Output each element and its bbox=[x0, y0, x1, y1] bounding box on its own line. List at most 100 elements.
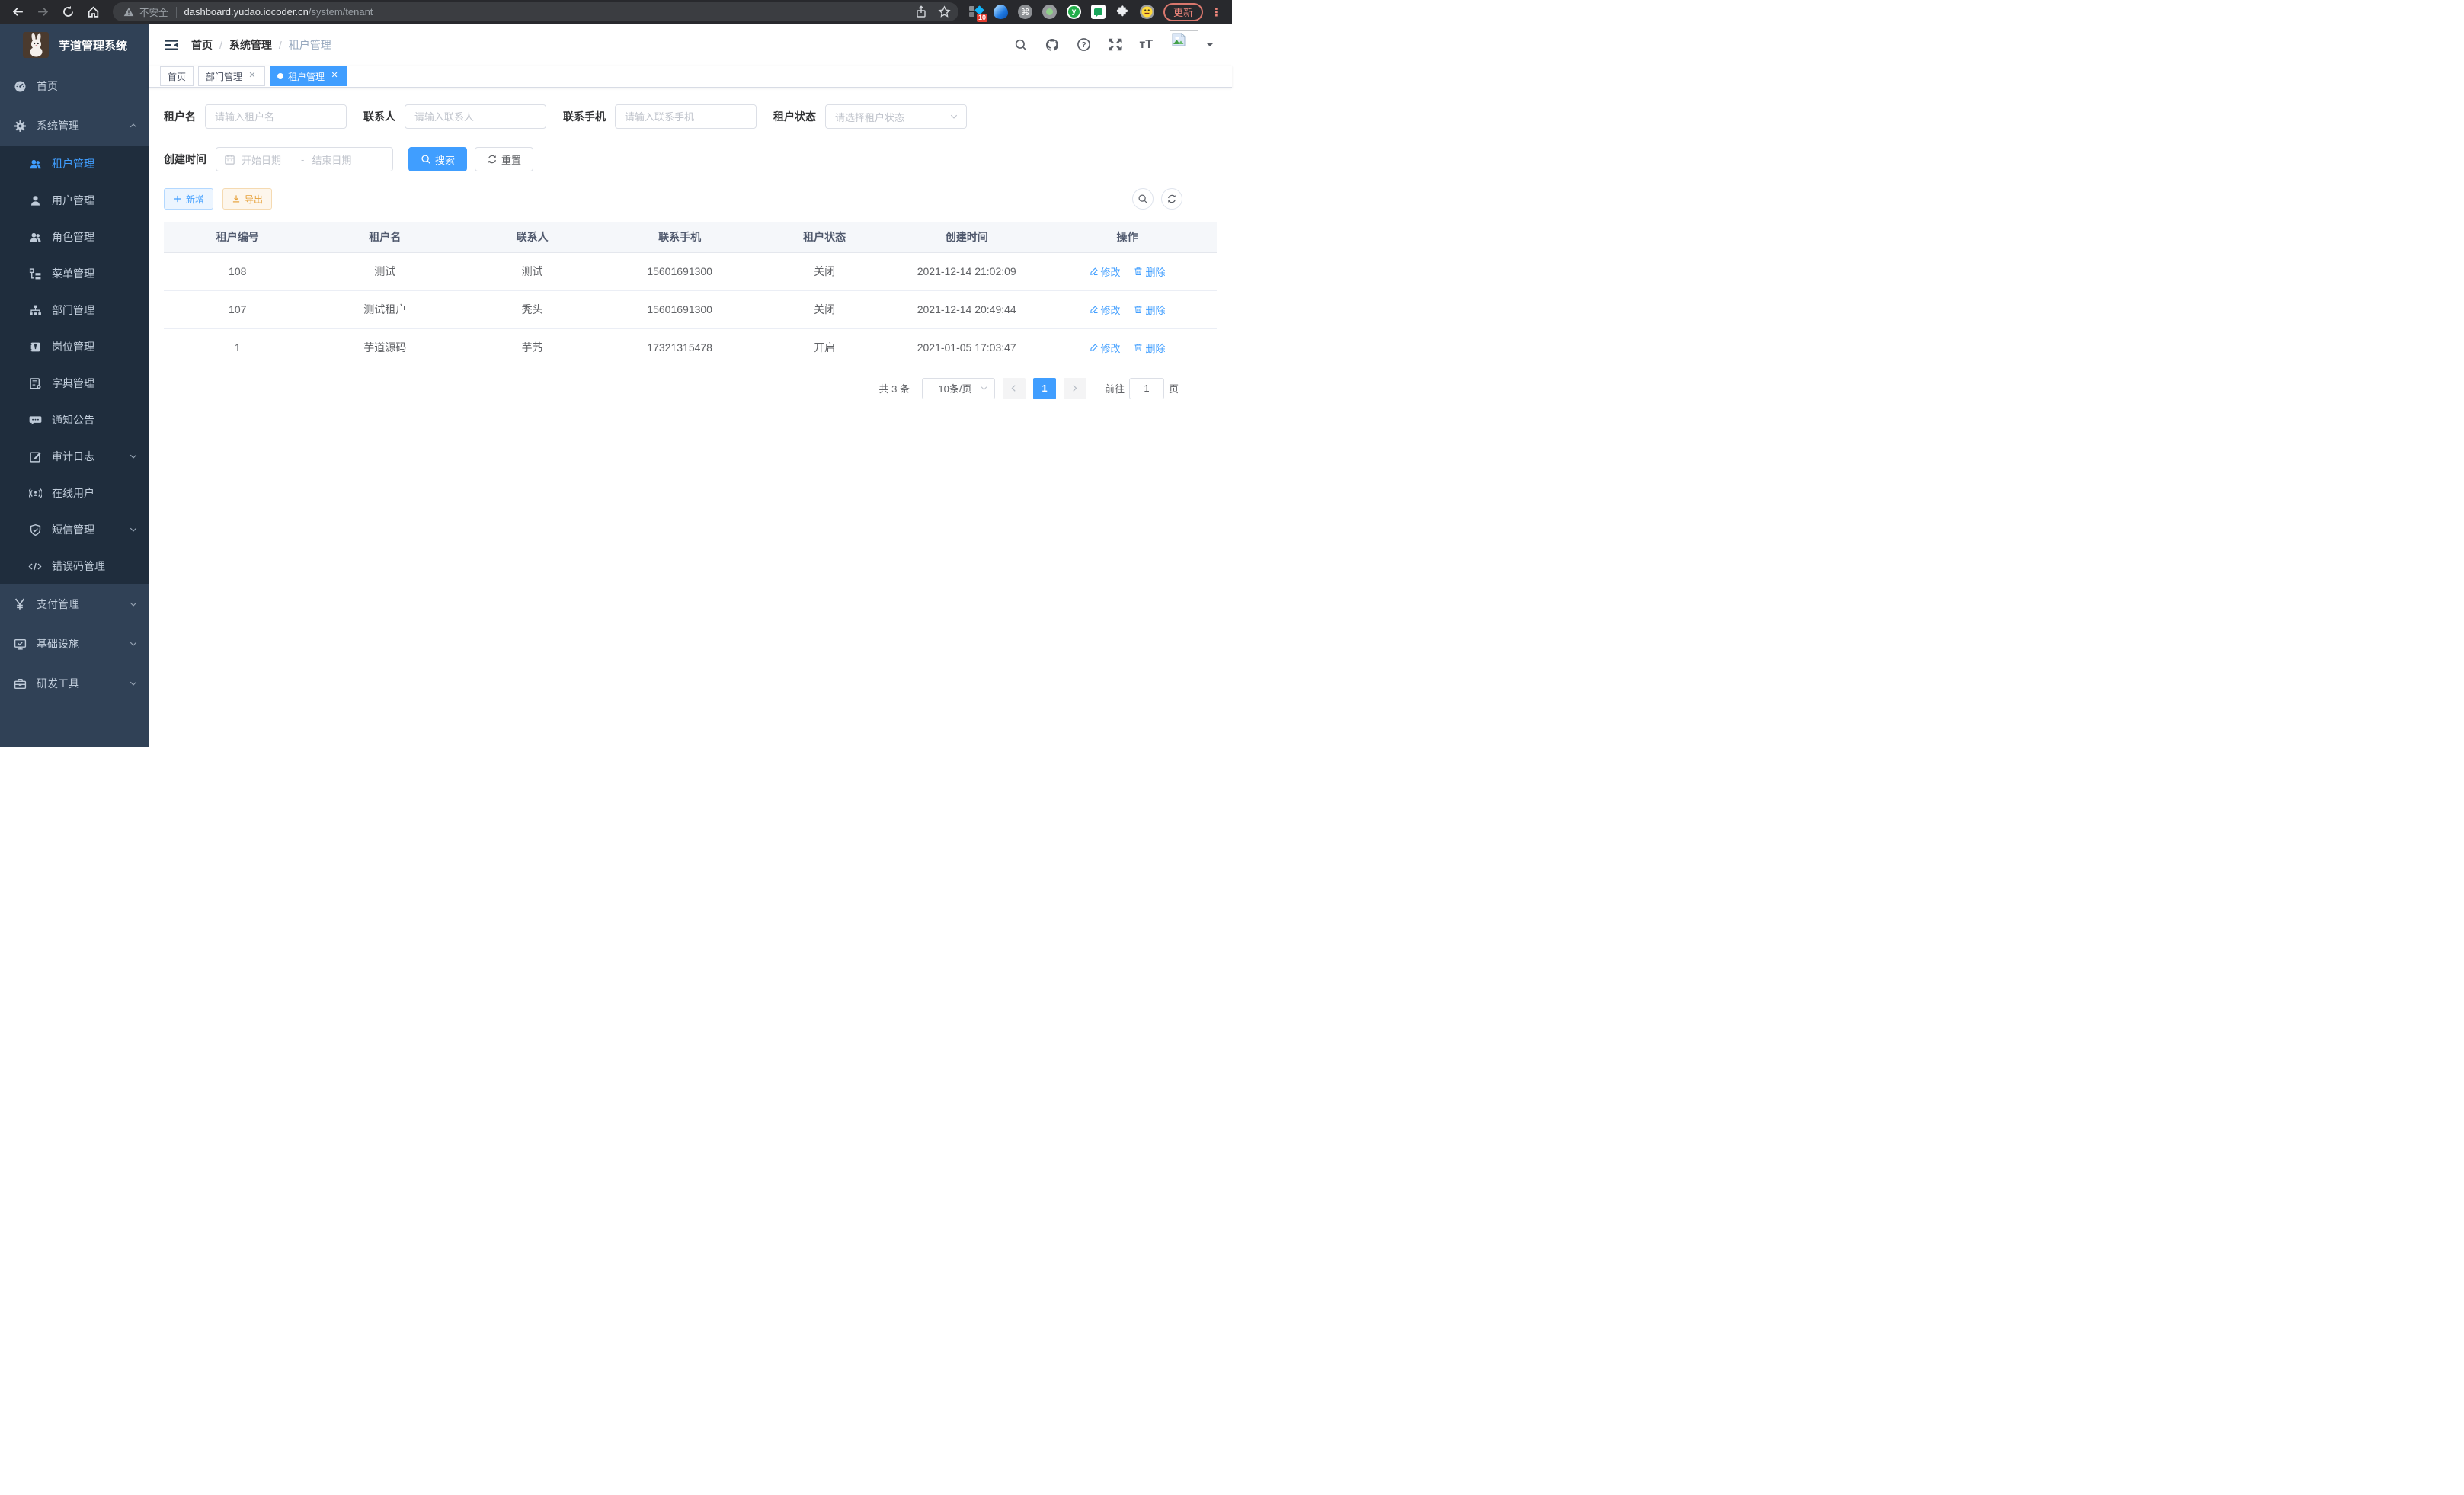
table-search-toggle-button[interactable] bbox=[1132, 188, 1154, 210]
sidebar-item-label: 在线用户 bbox=[52, 485, 138, 501]
active-dot bbox=[277, 73, 283, 79]
sidebar-item-payment[interactable]: 支付管理 bbox=[0, 584, 149, 624]
recorder-extension-icon[interactable] bbox=[1042, 5, 1057, 19]
gem-extension-icon[interactable] bbox=[994, 5, 1008, 19]
sidebar-item-dept[interactable]: 部门管理 bbox=[0, 292, 149, 328]
export-button[interactable]: 导出 bbox=[222, 188, 272, 210]
sidebar-item-notice[interactable]: 通知公告 bbox=[0, 402, 149, 438]
notes-extension-icon[interactable]: 10 bbox=[969, 5, 984, 19]
close-icon[interactable]: ✕ bbox=[247, 71, 258, 82]
share-icon[interactable] bbox=[915, 5, 927, 18]
search-button[interactable]: 搜索 bbox=[408, 147, 467, 171]
browser-home-button[interactable] bbox=[83, 2, 103, 22]
chat-extension-icon[interactable] bbox=[1091, 5, 1106, 19]
roles-icon bbox=[28, 230, 42, 244]
filter-row-1: 租户名 联系人 联系手机 租户状态 请选择租户状态 bbox=[164, 104, 1217, 129]
command-extension-icon[interactable]: ⌘ bbox=[1018, 5, 1032, 19]
fullscreen-icon[interactable] bbox=[1108, 37, 1122, 52]
delete-link[interactable]: 删除 bbox=[1134, 341, 1165, 355]
bookmark-star-icon[interactable] bbox=[938, 5, 951, 18]
github-icon[interactable] bbox=[1045, 37, 1060, 53]
caret-down-icon bbox=[1206, 43, 1214, 50]
table-toolbar: 新增 导出 bbox=[164, 188, 1217, 210]
tab-tenant[interactable]: 租户管理 ✕ bbox=[270, 66, 347, 86]
tab-dept[interactable]: 部门管理 ✕ bbox=[198, 66, 265, 86]
cell-tenant-id: 107 bbox=[164, 290, 311, 328]
sidebar-item-user[interactable]: 用户管理 bbox=[0, 182, 149, 219]
edit-link[interactable]: 修改 bbox=[1090, 341, 1121, 355]
sidebar-collapse-icon[interactable] bbox=[164, 37, 179, 53]
cell-tenant-name: 测试 bbox=[311, 252, 458, 290]
browser-forward-button[interactable] bbox=[33, 2, 53, 22]
sidebar-item-error-code[interactable]: 错误码管理 bbox=[0, 548, 149, 584]
sidebar-item-post[interactable]: 岗位管理 bbox=[0, 328, 149, 365]
sidebar-item-sms[interactable]: 短信管理 bbox=[0, 511, 149, 548]
tenant-name-input[interactable] bbox=[205, 104, 347, 129]
puzzle-extensions-icon[interactable] bbox=[1115, 5, 1130, 19]
status-select[interactable]: 请选择租户状态 bbox=[825, 104, 967, 129]
font-size-icon[interactable]: тT bbox=[1139, 38, 1153, 52]
cell-tenant-id: 108 bbox=[164, 252, 311, 290]
table-header-row: 租户编号 租户名 联系人 联系手机 租户状态 创建时间 操作 bbox=[164, 222, 1217, 252]
page-size-select[interactable]: 10条/页 bbox=[922, 378, 995, 399]
y-extension-icon[interactable]: y bbox=[1067, 5, 1081, 19]
sidebar-item-infrastructure[interactable]: 基础设施 bbox=[0, 624, 149, 664]
delete-link[interactable]: 删除 bbox=[1134, 303, 1165, 317]
sidebar-item-dev-tools[interactable]: 研发工具 bbox=[0, 664, 149, 703]
user-menu[interactable] bbox=[1170, 30, 1214, 59]
url-bar[interactable]: 不安全 dashboard.yudao.iocoder.cn/system/te… bbox=[113, 2, 958, 21]
create-time-range-picker[interactable]: 开始日期 - 结束日期 bbox=[216, 147, 393, 171]
tenants-icon bbox=[28, 157, 42, 171]
dashboard-icon bbox=[13, 79, 27, 93]
audit-icon bbox=[28, 450, 42, 463]
sidebar-item-menu[interactable]: 菜单管理 bbox=[0, 255, 149, 292]
table-refresh-button[interactable] bbox=[1161, 188, 1182, 210]
sidebar-item-role[interactable]: 角色管理 bbox=[0, 219, 149, 255]
browser-reload-button[interactable] bbox=[58, 2, 78, 22]
sidebar-item-audit-log[interactable]: 审计日志 bbox=[0, 438, 149, 475]
browser-update-button[interactable]: 更新 bbox=[1163, 3, 1203, 21]
sidebar-item-dict[interactable]: 字典管理 bbox=[0, 365, 149, 402]
edit-link[interactable]: 修改 bbox=[1090, 303, 1121, 317]
table-row: 108 测试 测试 15601691300 关闭 2021-12-14 21:0… bbox=[164, 252, 1217, 290]
security-label[interactable]: 不安全 bbox=[139, 5, 168, 19]
add-button[interactable]: 新增 bbox=[164, 188, 213, 210]
sidebar-item-home[interactable]: 首页 bbox=[0, 66, 149, 106]
contact-input[interactable] bbox=[405, 104, 546, 129]
page-number-button[interactable]: 1 bbox=[1033, 378, 1056, 399]
table-row: 1 芋道源码 芋艿 17321315478 开启 2021-01-05 17:0… bbox=[164, 328, 1217, 367]
browser-back-button[interactable] bbox=[8, 2, 27, 22]
col-created: 创建时间 bbox=[895, 222, 1038, 252]
sidebar-item-online-users[interactable]: 在线用户 bbox=[0, 475, 149, 511]
browser-menu-icon[interactable]: ⋮ bbox=[1211, 5, 1221, 19]
delete-link[interactable]: 删除 bbox=[1134, 264, 1165, 279]
sidebar-item-system[interactable]: 系统管理 bbox=[0, 106, 149, 146]
sidebar-item-tenant[interactable]: 租户管理 bbox=[0, 146, 149, 182]
sidebar-item-label: 菜单管理 bbox=[52, 266, 138, 281]
app-logo[interactable]: 芋道管理系统 bbox=[0, 24, 149, 66]
breadcrumb-system[interactable]: 系统管理 bbox=[229, 37, 272, 53]
notice-icon bbox=[28, 413, 42, 427]
url-divider bbox=[176, 7, 177, 18]
gear-icon bbox=[13, 119, 27, 133]
not-secure-icon bbox=[123, 7, 134, 17]
next-page-button[interactable] bbox=[1064, 378, 1086, 399]
close-icon[interactable]: ✕ bbox=[329, 71, 340, 82]
tags-view-bar: 首页 部门管理 ✕ 租户管理 ✕ bbox=[149, 66, 1232, 88]
header-search-icon[interactable] bbox=[1014, 38, 1028, 52]
page-unit-label: 页 bbox=[1169, 381, 1179, 395]
col-actions: 操作 bbox=[1038, 222, 1217, 252]
help-icon[interactable]: ? bbox=[1077, 37, 1091, 52]
mobile-input[interactable] bbox=[615, 104, 757, 129]
breadcrumb-home[interactable]: 首页 bbox=[191, 37, 213, 53]
edit-link[interactable]: 修改 bbox=[1090, 264, 1121, 279]
avatar bbox=[1170, 30, 1198, 59]
breadcrumb-current: 租户管理 bbox=[289, 37, 331, 53]
tab-home[interactable]: 首页 bbox=[160, 66, 194, 86]
reset-button[interactable]: 重置 bbox=[475, 147, 533, 171]
table-row: 107 测试租户 秃头 15601691300 关闭 2021-12-14 20… bbox=[164, 290, 1217, 328]
profile-avatar-icon[interactable] bbox=[1140, 5, 1154, 19]
logo-image bbox=[23, 32, 49, 58]
prev-page-button[interactable] bbox=[1003, 378, 1026, 399]
goto-page-input[interactable] bbox=[1129, 378, 1164, 399]
